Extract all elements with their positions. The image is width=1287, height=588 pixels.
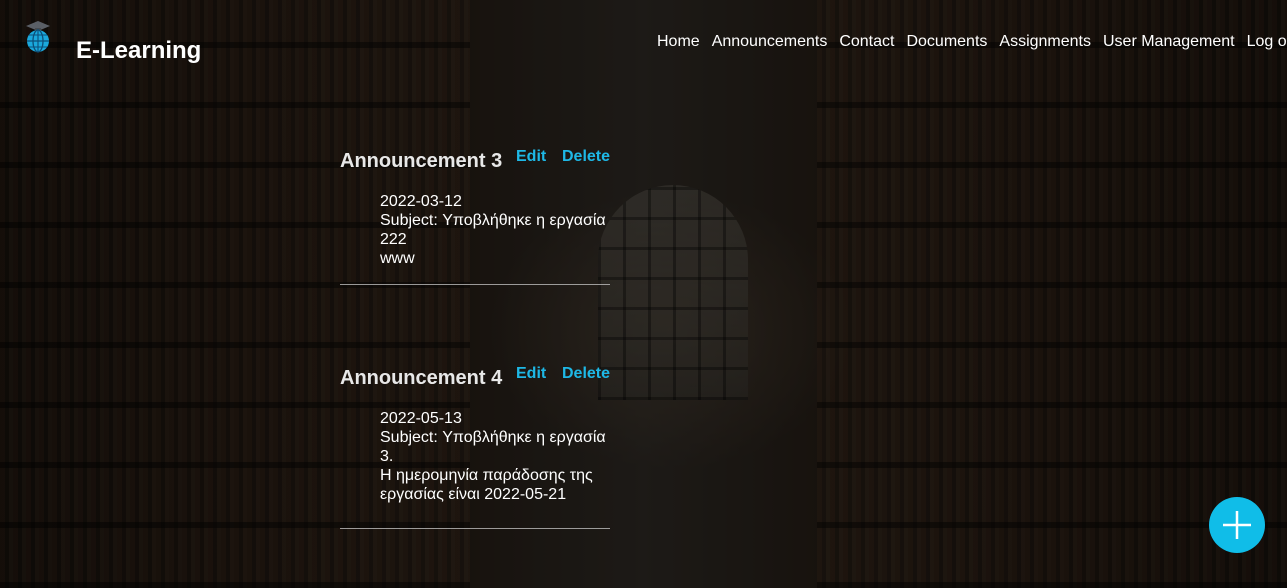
announcement-divider xyxy=(340,284,610,285)
announcement-title: Announcement 3 xyxy=(340,150,503,172)
announcement-subject: Subject: Υποβλήθηκε η εργασία 222 xyxy=(380,212,606,248)
delete-announcement-button[interactable]: Delete xyxy=(562,148,610,166)
site-title[interactable]: E-Learning xyxy=(76,37,201,65)
announcement-body: 2022-05-13 Subject: Υποβλήθηκε η εργασία… xyxy=(380,409,612,528)
edit-announcement-button[interactable]: Edit xyxy=(516,365,546,383)
announcement-text: www xyxy=(380,250,415,267)
announcement-text: Η ημερομηνία παράδοσης της εργασίας είνα… xyxy=(380,467,593,503)
announcement-header: Announcement 3 Edit Delete xyxy=(340,148,610,180)
add-announcement-button[interactable] xyxy=(1209,497,1265,553)
nav-assignments[interactable]: Assignments xyxy=(999,32,1091,52)
site-header: E-Learning Home Announcements Contact Do… xyxy=(0,0,1287,90)
nav-home[interactable]: Home xyxy=(657,32,700,52)
nav-contact[interactable]: Contact xyxy=(839,32,894,52)
delete-announcement-button[interactable]: Delete xyxy=(562,365,610,383)
nav-announcements[interactable]: Announcements xyxy=(712,32,828,52)
edit-announcement-button[interactable]: Edit xyxy=(516,148,546,166)
announcement-header: Announcement 4 Edit Delete xyxy=(340,365,610,397)
nav-documents[interactable]: Documents xyxy=(906,32,987,52)
main-nav: Home Announcements Contact Documents Ass… xyxy=(657,32,1287,52)
announcement-subject: Subject: Υποβλήθηκε η εργασία 3. xyxy=(380,429,606,465)
announcement-date: 2022-05-13 xyxy=(380,410,462,427)
announcement-body: 2022-03-12 Subject: Υποβλήθηκε η εργασία… xyxy=(380,192,612,284)
nav-user-management[interactable]: User Management xyxy=(1103,32,1235,52)
announcement-divider xyxy=(340,528,610,529)
globe-graduation-cap-icon[interactable] xyxy=(24,20,52,54)
nav-log-out[interactable]: Log out xyxy=(1247,32,1287,52)
announcement-card: Announcement 4 Edit Delete 2022-05-13 Su… xyxy=(340,365,612,529)
announcement-date: 2022-03-12 xyxy=(380,193,462,210)
announcement-card: Announcement 3 Edit Delete 2022-03-12 Su… xyxy=(340,148,612,285)
announcement-title: Announcement 4 xyxy=(340,367,503,389)
